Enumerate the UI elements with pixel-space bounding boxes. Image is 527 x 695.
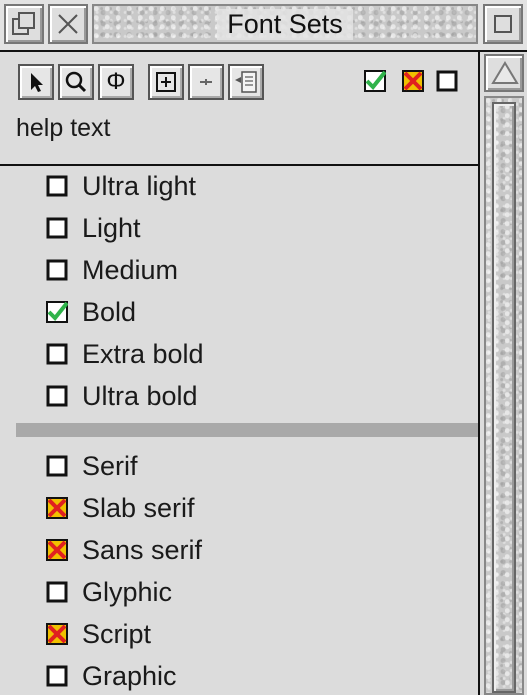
scroll-trough[interactable] — [484, 96, 524, 695]
back-icon — [12, 12, 35, 35]
pointer-arrow-icon — [31, 73, 43, 92]
list-item-medium[interactable]: Medium — [46, 250, 178, 290]
plus-box-icon — [156, 72, 176, 92]
list-item-script[interactable]: Script — [46, 614, 151, 654]
checkbox-icon[interactable] — [46, 301, 69, 323]
list-item-label: Graphic — [82, 660, 177, 691]
list-item-label: Glyphic — [82, 576, 173, 607]
toggle-size-button[interactable] — [483, 4, 523, 44]
magnifier-icon — [65, 71, 87, 93]
select-tool-button[interactable] — [18, 64, 54, 100]
checkbox-icon[interactable] — [46, 665, 68, 687]
back-button[interactable] — [4, 4, 44, 44]
list-item-serif[interactable]: Serif — [46, 446, 138, 486]
scroll-up-button[interactable] — [484, 54, 524, 92]
list-item-slab-serif[interactable]: Slab serif — [46, 488, 195, 528]
expand-button[interactable] — [188, 64, 224, 100]
checkbox-icon[interactable] — [46, 259, 68, 281]
checkbox-icon[interactable] — [46, 217, 68, 239]
list-item-graphic[interactable]: Graphic — [46, 656, 177, 695]
help-text: help text — [16, 114, 111, 142]
font-file-icon — [235, 71, 257, 93]
list-item-label: Sans serif — [82, 534, 203, 565]
list-item-light[interactable]: Light — [46, 208, 141, 248]
checkbox-icon[interactable] — [46, 343, 68, 365]
list-item-label: Extra bold — [82, 338, 204, 369]
up-arrow-icon — [491, 61, 519, 84]
list-item-label: Light — [82, 212, 141, 243]
list-item-label: Medium — [82, 254, 179, 285]
close-button[interactable] — [48, 4, 88, 44]
glyph-tool-button[interactable]: Φ — [98, 64, 134, 100]
close-icon — [58, 14, 78, 34]
list-item-label: Ultra light — [82, 170, 197, 201]
list-item-glyphic[interactable]: Glyphic — [46, 572, 172, 612]
scroll-thumb[interactable] — [492, 102, 516, 693]
list-item-label: Slab serif — [82, 492, 195, 523]
search-tool-button[interactable] — [58, 64, 94, 100]
window-title: Font Sets — [217, 8, 353, 40]
toolbar: Φ help text — [0, 52, 478, 162]
window-title-bar: Font Sets — [0, 0, 527, 52]
checkbox-icon[interactable] — [46, 175, 68, 197]
list-item-label: Script — [82, 618, 152, 649]
list-item-label: Ultra bold — [82, 380, 198, 411]
checkbox-icon[interactable] — [46, 539, 68, 561]
list-item-label: Serif — [82, 450, 138, 481]
list-item-ultra-bold[interactable]: Ultra bold — [46, 376, 198, 416]
cross-legend-icon[interactable] — [402, 70, 424, 92]
list-item-ultra-light[interactable]: Ultra light — [46, 166, 196, 206]
add-set-button[interactable] — [148, 64, 184, 100]
list-item-label: Bold — [82, 296, 137, 327]
title-drag-area[interactable]: Font Sets — [92, 4, 478, 44]
group-divider — [16, 423, 478, 437]
list-item-sans-serif[interactable]: Sans serif — [46, 530, 202, 570]
empty-box-legend-icon[interactable] — [436, 70, 458, 92]
tick-legend-icon[interactable] — [364, 70, 386, 92]
checkbox-icon[interactable] — [46, 455, 68, 477]
checkbox-icon[interactable] — [46, 581, 68, 603]
toggle-size-icon — [494, 15, 512, 33]
checkbox-icon[interactable] — [46, 497, 68, 519]
list-item-extra-bold[interactable]: Extra bold — [46, 334, 204, 374]
phi-icon: Φ — [106, 68, 126, 95]
list-item-bold[interactable]: Bold — [46, 292, 136, 332]
font-set-list: Ultra light Light Medium Bold Extra bold… — [0, 166, 478, 695]
vertical-scrollbar[interactable] — [478, 52, 527, 695]
expand-icon — [200, 79, 212, 85]
checkbox-icon[interactable] — [46, 623, 68, 645]
info-button[interactable] — [228, 64, 264, 100]
checkbox-icon[interactable] — [46, 385, 68, 407]
